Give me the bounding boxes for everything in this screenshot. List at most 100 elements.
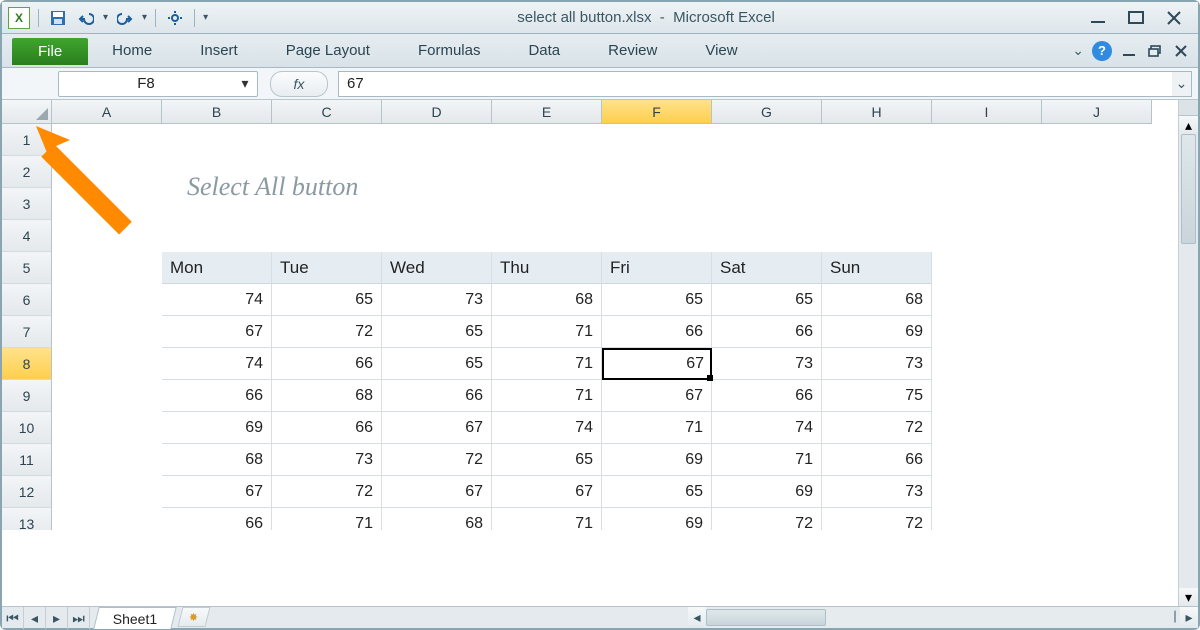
worksheet-grid[interactable]: A B C D E F G H I J 1 2 3 4	[2, 100, 1198, 606]
doc-restore-icon[interactable]	[1146, 42, 1164, 60]
cell[interactable]	[382, 156, 492, 188]
cell[interactable]: 68	[382, 508, 492, 530]
row-header[interactable]: 2	[2, 156, 52, 188]
cell[interactable]: 65	[382, 316, 492, 348]
cell[interactable]	[52, 476, 162, 508]
cell[interactable]	[932, 412, 1042, 444]
cell[interactable]: 66	[272, 348, 382, 380]
scroll-up-icon[interactable]: ▴	[1179, 116, 1198, 134]
cell[interactable]: 65	[602, 476, 712, 508]
save-icon[interactable]	[47, 7, 69, 29]
touch-mode-icon[interactable]	[164, 7, 186, 29]
cell[interactable]	[52, 444, 162, 476]
cell[interactable]	[932, 124, 1042, 156]
next-sheet-icon[interactable]: ▸	[46, 607, 68, 629]
cell[interactable]: 68	[272, 380, 382, 412]
cell[interactable]: 72	[272, 316, 382, 348]
undo-icon[interactable]	[75, 7, 97, 29]
cell[interactable]	[1042, 284, 1152, 316]
col-header-J[interactable]: J	[1042, 100, 1152, 124]
cell[interactable]	[932, 188, 1042, 220]
row-header[interactable]: 7	[2, 316, 52, 348]
cell[interactable]: 65	[382, 348, 492, 380]
cell[interactable]: 66	[162, 380, 272, 412]
col-header-G[interactable]: G	[712, 100, 822, 124]
cell[interactable]	[492, 220, 602, 252]
cell[interactable]: 71	[492, 348, 602, 380]
cell[interactable]	[932, 316, 1042, 348]
cell[interactable]	[712, 124, 822, 156]
cell[interactable]	[492, 156, 602, 188]
close-icon[interactable]	[1160, 8, 1188, 28]
cell[interactable]: 72	[822, 412, 932, 444]
cell[interactable]: 75	[822, 380, 932, 412]
split-handle[interactable]	[1179, 100, 1198, 116]
row-header[interactable]: 1	[2, 124, 52, 156]
cell[interactable]: 74	[712, 412, 822, 444]
cell[interactable]	[1042, 156, 1152, 188]
cell[interactable]	[1042, 444, 1152, 476]
cell[interactable]	[602, 188, 712, 220]
tab-formulas[interactable]: Formulas	[394, 34, 505, 67]
cell[interactable]: 66	[602, 316, 712, 348]
file-tab[interactable]: File	[12, 38, 88, 65]
cell[interactable]: Fri	[602, 252, 712, 284]
cell[interactable]	[382, 220, 492, 252]
cell[interactable]: 71	[492, 508, 602, 530]
cell[interactable]	[822, 220, 932, 252]
cell[interactable]: 66	[712, 380, 822, 412]
cell[interactable]	[52, 380, 162, 412]
cell[interactable]: 72	[822, 508, 932, 530]
cell[interactable]: 72	[712, 508, 822, 530]
cell[interactable]: Sat	[712, 252, 822, 284]
cell[interactable]	[1042, 348, 1152, 380]
cell[interactable]: 66	[382, 380, 492, 412]
cell[interactable]: 67	[382, 412, 492, 444]
row-header[interactable]: 8	[2, 348, 52, 380]
row-header[interactable]: 10	[2, 412, 52, 444]
scroll-left-icon[interactable]: ◂	[688, 607, 706, 628]
scroll-track[interactable]	[1179, 134, 1198, 588]
cell[interactable]	[1042, 508, 1152, 530]
cell[interactable]	[1042, 220, 1152, 252]
cell[interactable]: 67	[162, 476, 272, 508]
cell[interactable]: 73	[272, 444, 382, 476]
cell[interactable]: 73	[382, 284, 492, 316]
doc-minimize-icon[interactable]	[1120, 42, 1138, 60]
cell[interactable]	[382, 188, 492, 220]
row-header[interactable]: 5	[2, 252, 52, 284]
cell[interactable]	[272, 220, 382, 252]
scroll-thumb[interactable]	[706, 609, 826, 626]
cell[interactable]	[602, 156, 712, 188]
col-header-C[interactable]: C	[272, 100, 382, 124]
cell[interactable]: 65	[272, 284, 382, 316]
new-sheet-icon[interactable]: ✸	[178, 607, 211, 627]
cell[interactable]: 65	[712, 284, 822, 316]
name-box[interactable]: F8 ▾	[58, 71, 258, 97]
vertical-scrollbar[interactable]: ▴ ▾	[1178, 100, 1198, 606]
tab-view[interactable]: View	[681, 34, 761, 67]
cell[interactable]: Sun	[822, 252, 932, 284]
expand-formula-bar-icon[interactable]: ⌄	[1172, 71, 1192, 97]
cell[interactable]: 73	[822, 348, 932, 380]
cell[interactable]	[932, 508, 1042, 530]
row-header[interactable]: 9	[2, 380, 52, 412]
row-header[interactable]: 13	[2, 508, 52, 530]
cell[interactable]: 68	[822, 284, 932, 316]
prev-sheet-icon[interactable]: ◂	[24, 607, 46, 629]
cell[interactable]: 71	[492, 380, 602, 412]
name-box-dropdown-icon[interactable]: ▾	[233, 72, 257, 96]
cell[interactable]	[822, 188, 932, 220]
col-header-H[interactable]: H	[822, 100, 932, 124]
cell[interactable]: 69	[822, 316, 932, 348]
cell[interactable]	[602, 220, 712, 252]
scroll-right-icon[interactable]: ▸	[1180, 607, 1198, 628]
sheet-tab[interactable]: Sheet1	[93, 607, 177, 629]
cell[interactable]: 73	[712, 348, 822, 380]
horizontal-scrollbar[interactable]: ◂ ┃┃┃ ▸	[688, 607, 1198, 628]
tab-page-layout[interactable]: Page Layout	[262, 34, 394, 67]
tab-home[interactable]: Home	[88, 34, 176, 67]
cell[interactable]: 67	[492, 476, 602, 508]
cell[interactable]: 69	[162, 412, 272, 444]
cell[interactable]	[1042, 476, 1152, 508]
